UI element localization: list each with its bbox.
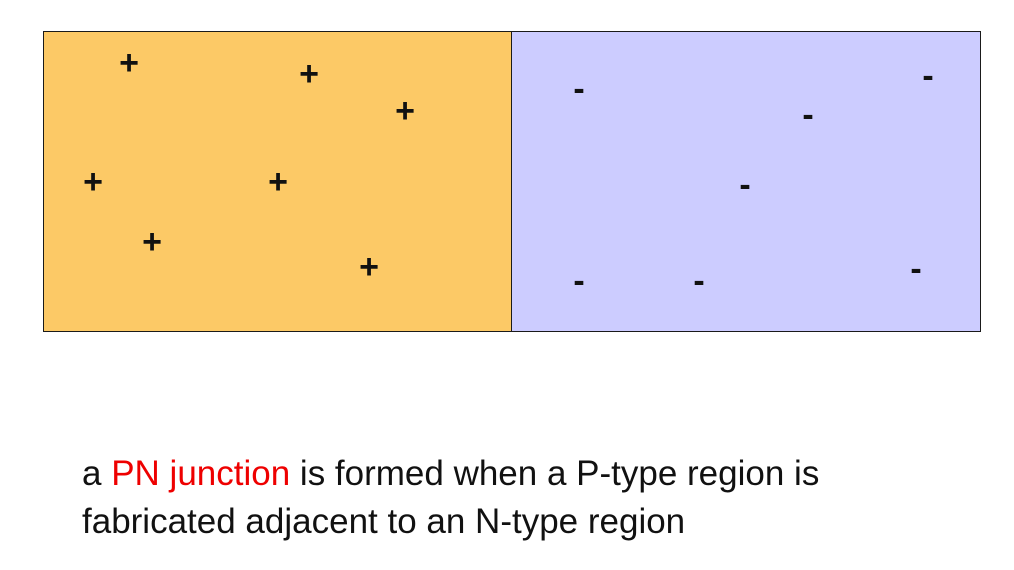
positive-charge: + bbox=[119, 44, 139, 82]
caption-line1-rest: is formed when a P-type region is bbox=[290, 454, 820, 493]
positive-charge: + bbox=[142, 223, 162, 261]
negative-charge: - bbox=[573, 70, 585, 108]
positive-charge: + bbox=[299, 55, 319, 93]
caption-prefix: a bbox=[82, 454, 112, 493]
positive-charge: + bbox=[83, 163, 103, 201]
caption: a PN junction is formed when a P-type re… bbox=[82, 450, 982, 546]
positive-charge: + bbox=[359, 248, 379, 286]
caption-highlight-pn-junction: PN junction bbox=[111, 454, 291, 493]
negative-charge: - bbox=[693, 262, 705, 300]
negative-charge: - bbox=[802, 96, 814, 134]
negative-charge: - bbox=[739, 166, 751, 204]
negative-charge: - bbox=[922, 57, 934, 95]
positive-charge: + bbox=[395, 92, 415, 130]
negative-charge: - bbox=[910, 250, 922, 288]
negative-charge: - bbox=[573, 262, 585, 300]
positive-charge: + bbox=[268, 163, 288, 201]
caption-line2: fabricated adjacent to an N-type region bbox=[82, 502, 686, 541]
